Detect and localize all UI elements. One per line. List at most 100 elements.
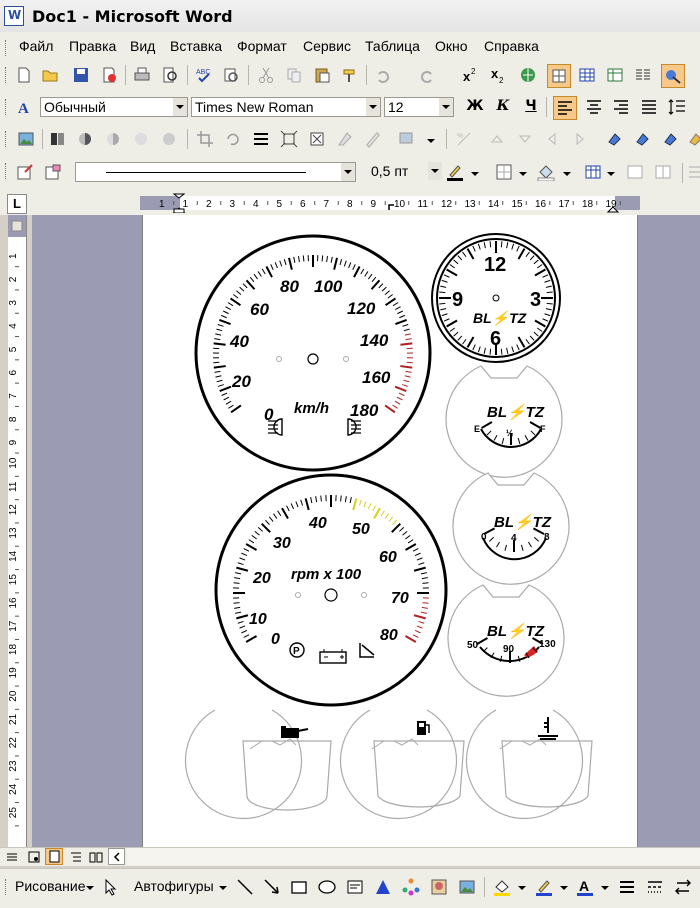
rotate-icon[interactable]: [224, 130, 242, 148]
line-weight-dropdown[interactable]: 0,5 пт: [358, 162, 442, 182]
menu-edit[interactable]: Правка: [69, 38, 116, 54]
nudge-up-icon[interactable]: [488, 130, 506, 148]
chevron-down-icon[interactable]: [173, 98, 187, 116]
paste-icon[interactable]: [313, 66, 331, 84]
align-icon[interactable]: [688, 163, 700, 181]
spelling-icon[interactable]: ABC: [195, 66, 213, 84]
format-painter-icon[interactable]: [341, 66, 359, 84]
menu-view[interactable]: Вид: [130, 38, 155, 54]
horizontal-scrollbar-track[interactable]: [127, 848, 700, 865]
clock-dial[interactable]: 12 3 6 9 BL⚡TZ: [432, 234, 560, 362]
document-page[interactable]: 0 20 40 60 80 100 120 140 160 180 km/h 1…: [142, 215, 638, 847]
open-folder-icon[interactable]: [41, 66, 59, 84]
chevron-down-icon[interactable]: [562, 169, 572, 179]
normal-view-icon[interactable]: [5, 850, 19, 864]
font-color-icon[interactable]: A: [576, 878, 594, 896]
speedometer-dial[interactable]: 0 20 40 60 80 100 120 140 160 180 km/h: [196, 236, 430, 470]
web-layout-icon[interactable]: [27, 850, 41, 864]
set-transparent-color-icon[interactable]: [364, 130, 382, 148]
shading-color-icon[interactable]: [537, 163, 555, 181]
italic-button[interactable]: К: [493, 96, 513, 116]
style-dropdown[interactable]: Обычный: [40, 97, 188, 117]
scroll-left-button[interactable]: [108, 848, 125, 865]
toolbar-options-icon[interactable]: [426, 136, 436, 146]
nudge-left-icon[interactable]: [543, 130, 561, 148]
menu-window[interactable]: Окно: [435, 38, 468, 54]
menu-insert[interactable]: Вставка: [170, 38, 222, 54]
menu-tools[interactable]: Сервис: [303, 38, 351, 54]
nudge-right-icon[interactable]: [571, 130, 589, 148]
font-size-dropdown[interactable]: 12: [384, 97, 454, 117]
oil-pressure-dial[interactable]: [186, 710, 332, 819]
copy-icon[interactable]: [285, 66, 303, 84]
chevron-down-icon[interactable]: [518, 169, 528, 179]
save-icon[interactable]: [72, 66, 90, 84]
boost-gauge-dial[interactable]: BL⚡TZ 0 4 8: [453, 473, 569, 584]
select-objects-icon[interactable]: [102, 878, 120, 896]
tachometer-dial[interactable]: 0 10 20 30 40 50 60 70 80 rpm x 100 P: [216, 475, 446, 705]
menu-format[interactable]: Формат: [237, 38, 287, 54]
coolant-temp-dial[interactable]: [467, 710, 593, 819]
nudge-down-icon[interactable]: [516, 130, 534, 148]
menu-help[interactable]: Справка: [484, 38, 539, 54]
split-cells-icon[interactable]: [654, 163, 672, 181]
draw-table-icon[interactable]: [16, 163, 34, 181]
chevron-down-icon[interactable]: [341, 163, 355, 181]
research-icon[interactable]: [222, 66, 240, 84]
line-style-icon[interactable]: [252, 130, 270, 148]
tables-borders-icon[interactable]: [547, 64, 571, 88]
insert-picture-2-icon[interactable]: [458, 878, 476, 896]
clip-art-icon[interactable]: [430, 878, 448, 896]
shadow-icon[interactable]: %: [455, 130, 473, 148]
bold-button[interactable]: Ж: [465, 96, 485, 116]
autoshapes-menu[interactable]: Автофигуры: [134, 878, 214, 894]
toolbar-grip[interactable]: [5, 163, 9, 179]
toolbar-grip[interactable]: [5, 67, 9, 83]
chevron-down-icon[interactable]: [85, 883, 95, 893]
shape-fill-3-icon[interactable]: [662, 130, 680, 148]
drawing-menu[interactable]: Рисование: [15, 878, 86, 894]
more-contrast-icon[interactable]: [76, 130, 94, 148]
fuel-level-dial[interactable]: [341, 710, 465, 819]
align-right-icon[interactable]: [612, 98, 630, 116]
insert-picture-icon[interactable]: [17, 130, 35, 148]
chevron-down-icon[interactable]: [606, 169, 616, 179]
toolbar-grip[interactable]: [5, 99, 9, 115]
insert-excel-icon[interactable]: [606, 66, 624, 84]
toolbar-grip[interactable]: [5, 879, 9, 895]
chevron-down-icon[interactable]: [428, 162, 442, 180]
drawing-toggle-icon[interactable]: [661, 64, 685, 88]
columns-icon[interactable]: [634, 66, 652, 84]
line-spacing-icon[interactable]: [668, 98, 686, 116]
subscript-icon[interactable]: x2: [489, 66, 507, 84]
dash-style-icon[interactable]: [646, 878, 664, 896]
wordart-icon[interactable]: [374, 878, 392, 896]
font-dropdown[interactable]: Times New Roman: [191, 97, 381, 117]
insert-table-icon[interactable]: [578, 66, 596, 84]
shape-fill-icon[interactable]: [606, 130, 624, 148]
superscript-icon[interactable]: x2: [461, 66, 479, 84]
chevron-down-icon[interactable]: [366, 98, 380, 116]
temp-gauge-dial[interactable]: BL⚡TZ 50 90 130: [448, 585, 564, 696]
chevron-down-icon[interactable]: [600, 883, 610, 893]
print-preview-icon[interactable]: [161, 66, 179, 84]
outline-view-icon[interactable]: [69, 850, 83, 864]
shape-fill-4-icon[interactable]: [688, 130, 700, 148]
styles-icon[interactable]: A: [17, 98, 35, 116]
reset-picture-icon[interactable]: [398, 130, 416, 148]
undo-icon[interactable]: [374, 66, 392, 84]
vertical-ruler[interactable]: 1234567891011121314151617181920212223242…: [8, 215, 27, 847]
less-contrast-icon[interactable]: [104, 130, 122, 148]
chevron-down-icon[interactable]: [439, 98, 453, 116]
print-layout-button[interactable]: [45, 848, 63, 865]
justify-icon[interactable]: [640, 98, 658, 116]
menu-file[interactable]: Файл: [19, 38, 53, 54]
crop-icon[interactable]: [196, 130, 214, 148]
shape-fill-2-icon[interactable]: [634, 130, 652, 148]
gauge-faces-drawing[interactable]: 0 20 40 60 80 100 120 140 160 180 km/h 1…: [142, 215, 638, 847]
cut-icon[interactable]: [257, 66, 275, 84]
line-style-dropdown[interactable]: [75, 162, 356, 182]
align-left-icon[interactable]: [553, 96, 577, 120]
underline-button[interactable]: Ч: [521, 96, 541, 116]
border-color-icon[interactable]: [446, 163, 464, 181]
